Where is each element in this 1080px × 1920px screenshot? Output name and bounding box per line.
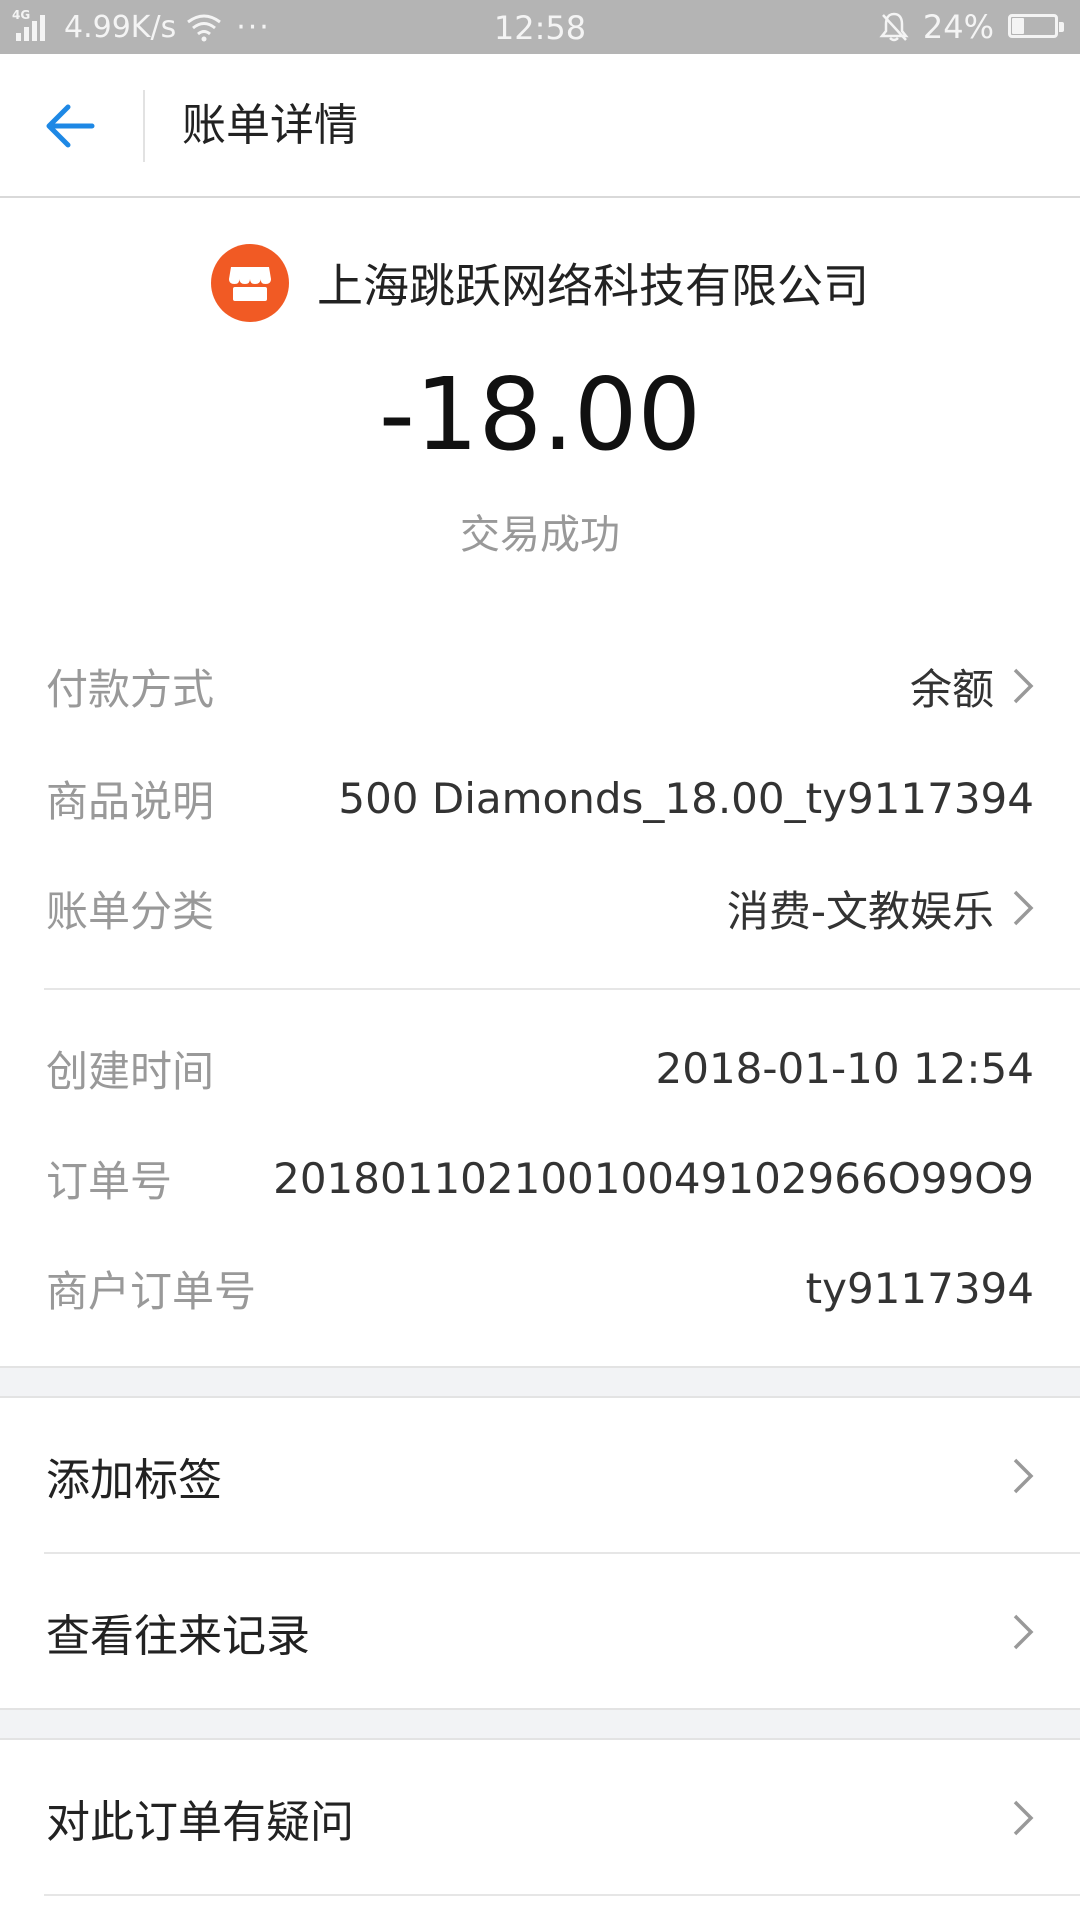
back-arrow-icon [46,104,95,148]
shop-icon [211,244,289,322]
category-row[interactable]: 账单分类 消费-文教娱乐 [46,878,1034,938]
created-time-row: 创建时间 2018-01-10 12:54 [46,1038,1034,1098]
created-time-label: 创建时间 [46,1046,215,1096]
category-label: 账单分类 [46,886,215,936]
transaction-amount: -18.00 [378,356,702,473]
question-button[interactable]: 对此订单有疑问 [46,1778,1034,1858]
chevron-right-icon [1013,1614,1034,1650]
section-gap [0,1366,1080,1398]
add-tag-button[interactable]: 添加标签 [46,1436,1034,1516]
merchant-order-no-row: 商户订单号 ty9117394 [46,1258,1034,1318]
battery-icon [1008,14,1064,40]
payment-method-label: 付款方式 [46,664,215,714]
order-no-value: 20180110210010049102966O99O9 [273,1153,1034,1203]
app-header: 账单详情 [0,54,1080,198]
section-divider [44,988,1080,990]
chevron-right-icon [1013,1458,1034,1494]
payment-method-value: 余额 [909,664,994,714]
chevron-right-icon [1013,890,1034,926]
order-no-row: 订单号 20180110210010049102966O99O9 [46,1148,1034,1208]
merchant-name: 上海跳跃网络科技有限公司 [317,259,869,313]
merchant-order-no-value: ty9117394 [805,1263,1034,1313]
status-right: 24% [879,0,1064,54]
status-bar: 4G 4.99K/s ··· 12:58 24% [0,0,1080,54]
bottom-divider [44,1894,1080,1896]
merchant-info: 上海跳跃网络科技有限公司 [0,238,1080,328]
transaction-status: 交易成功 [460,512,620,558]
bell-mute-icon [879,12,909,42]
section-gap [0,1708,1080,1740]
battery-percent: 24% [922,8,994,46]
product-desc-row: 商品说明 500 Diamonds_18.00_ty9117394 [46,768,1034,828]
merchant-order-no-label: 商户订单号 [46,1266,257,1316]
created-time-value: 2018-01-10 12:54 [655,1043,1034,1093]
product-desc-value: 500 Diamonds_18.00_ty9117394 [338,773,1034,823]
payment-method-row[interactable]: 付款方式 余额 [46,656,1034,716]
view-history-label: 查看往来记录 [46,1611,310,1662]
back-button[interactable] [40,99,100,153]
page-title: 账单详情 [182,100,358,151]
header-divider [143,90,145,162]
order-no-label: 订单号 [46,1156,173,1206]
question-label: 对此订单有疑问 [46,1797,354,1848]
chevron-right-icon [1013,1800,1034,1836]
add-tag-label: 添加标签 [46,1455,222,1506]
chevron-right-icon [1013,668,1034,704]
action-divider [44,1552,1080,1554]
view-history-button[interactable]: 查看往来记录 [46,1592,1034,1672]
category-value: 消费-文教娱乐 [726,886,994,936]
product-desc-label: 商品说明 [46,776,215,826]
